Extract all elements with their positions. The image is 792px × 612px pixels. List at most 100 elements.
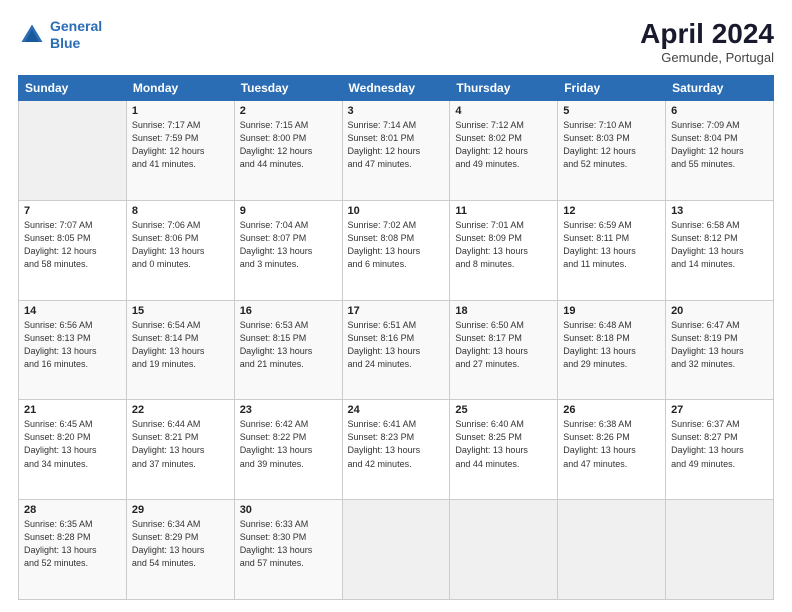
day-info: Sunrise: 7:12 AM Sunset: 8:02 PM Dayligh… xyxy=(455,119,552,171)
calendar-header-row: SundayMondayTuesdayWednesdayThursdayFrid… xyxy=(19,76,774,101)
calendar-day-cell: 13 Sunrise: 6:58 AM Sunset: 8:12 PM Dayli… xyxy=(666,200,774,300)
day-info: Sunrise: 7:17 AM Sunset: 7:59 PM Dayligh… xyxy=(132,119,229,171)
day-number: 22 xyxy=(132,404,229,416)
day-number: 8 xyxy=(132,205,229,217)
day-info: Sunrise: 7:06 AM Sunset: 8:06 PM Dayligh… xyxy=(132,219,229,271)
calendar-week-row: 7Sunrise: 7:07 AM Sunset: 8:05 PM Daylig… xyxy=(19,200,774,300)
calendar-day-cell: 6 Sunrise: 7:09 AM Sunset: 8:04 PM Daylig… xyxy=(666,101,774,201)
day-number: 28 xyxy=(24,504,121,516)
day-number: 20 xyxy=(671,305,768,317)
logo-line2: Blue xyxy=(50,35,80,51)
calendar-day-cell: 10 Sunrise: 7:02 AM Sunset: 8:08 PM Dayli… xyxy=(342,200,450,300)
day-info: Sunrise: 6:47 AM Sunset: 8:19 PM Dayligh… xyxy=(671,319,768,371)
day-info: Sunrise: 7:01 AM Sunset: 8:09 PM Dayligh… xyxy=(455,219,552,271)
calendar-day-cell: 12 Sunrise: 6:59 AM Sunset: 8:11 PM Dayli… xyxy=(558,200,666,300)
day-number: 18 xyxy=(455,305,552,317)
calendar-header-cell: Thursday xyxy=(450,76,558,101)
day-number: 1 xyxy=(132,105,229,117)
main-title: April 2024 xyxy=(640,18,774,50)
day-info: Sunrise: 6:45 AM Sunset: 8:20 PM Dayligh… xyxy=(24,418,121,470)
day-info: Sunrise: 6:33 AM Sunset: 8:30 PM Dayligh… xyxy=(240,518,337,570)
day-info: Sunrise: 7:15 AM Sunset: 8:00 PM Dayligh… xyxy=(240,119,337,171)
calendar-day-cell: 4 Sunrise: 7:12 AM Sunset: 8:02 PM Daylig… xyxy=(450,101,558,201)
calendar-week-row: 14Sunrise: 6:56 AM Sunset: 8:13 PM Dayli… xyxy=(19,300,774,400)
calendar-day-cell: 1 Sunrise: 7:17 AM Sunset: 7:59 PM Daylig… xyxy=(126,101,234,201)
day-info: Sunrise: 6:37 AM Sunset: 8:27 PM Dayligh… xyxy=(671,418,768,470)
calendar-day-cell: 8 Sunrise: 7:06 AM Sunset: 8:06 PM Daylig… xyxy=(126,200,234,300)
day-number: 26 xyxy=(563,404,660,416)
day-info: Sunrise: 6:42 AM Sunset: 8:22 PM Dayligh… xyxy=(240,418,337,470)
day-info: Sunrise: 6:41 AM Sunset: 8:23 PM Dayligh… xyxy=(348,418,445,470)
day-number: 5 xyxy=(563,105,660,117)
calendar-day-cell: 20 Sunrise: 6:47 AM Sunset: 8:19 PM Dayli… xyxy=(666,300,774,400)
day-info: Sunrise: 6:58 AM Sunset: 8:12 PM Dayligh… xyxy=(671,219,768,271)
calendar-day-cell: 16Sunrise: 6:53 AM Sunset: 8:15 PM Dayli… xyxy=(234,300,342,400)
day-number: 4 xyxy=(455,105,552,117)
day-number: 17 xyxy=(348,305,445,317)
day-info: Sunrise: 6:51 AM Sunset: 8:16 PM Dayligh… xyxy=(348,319,445,371)
calendar-day-cell: 2 Sunrise: 7:15 AM Sunset: 8:00 PM Daylig… xyxy=(234,101,342,201)
day-info: Sunrise: 7:14 AM Sunset: 8:01 PM Dayligh… xyxy=(348,119,445,171)
day-info: Sunrise: 7:10 AM Sunset: 8:03 PM Dayligh… xyxy=(563,119,660,171)
calendar-day-cell xyxy=(342,500,450,600)
calendar-day-cell: 18Sunrise: 6:50 AM Sunset: 8:17 PM Dayli… xyxy=(450,300,558,400)
day-number: 21 xyxy=(24,404,121,416)
calendar-week-row: 28 Sunrise: 6:35 AM Sunset: 8:28 PM Dayli… xyxy=(19,500,774,600)
day-info: Sunrise: 7:09 AM Sunset: 8:04 PM Dayligh… xyxy=(671,119,768,171)
day-number: 15 xyxy=(132,305,229,317)
day-info: Sunrise: 6:34 AM Sunset: 8:29 PM Dayligh… xyxy=(132,518,229,570)
calendar-day-cell: 25 Sunrise: 6:40 AM Sunset: 8:25 PM Dayli… xyxy=(450,400,558,500)
day-info: Sunrise: 6:44 AM Sunset: 8:21 PM Dayligh… xyxy=(132,418,229,470)
calendar-day-cell: 14Sunrise: 6:56 AM Sunset: 8:13 PM Dayli… xyxy=(19,300,127,400)
calendar-week-row: 1 Sunrise: 7:17 AM Sunset: 7:59 PM Daylig… xyxy=(19,101,774,201)
calendar-day-cell: 5 Sunrise: 7:10 AM Sunset: 8:03 PM Daylig… xyxy=(558,101,666,201)
day-number: 29 xyxy=(132,504,229,516)
calendar-header-cell: Sunday xyxy=(19,76,127,101)
calendar-header-cell: Saturday xyxy=(666,76,774,101)
calendar-day-cell xyxy=(666,500,774,600)
calendar-body: 1 Sunrise: 7:17 AM Sunset: 7:59 PM Daylig… xyxy=(19,101,774,600)
day-number: 13 xyxy=(671,205,768,217)
day-number: 3 xyxy=(348,105,445,117)
day-number: 6 xyxy=(671,105,768,117)
day-number: 9 xyxy=(240,205,337,217)
day-number: 11 xyxy=(455,205,552,217)
calendar-day-cell: 24 Sunrise: 6:41 AM Sunset: 8:23 PM Dayli… xyxy=(342,400,450,500)
day-number: 2 xyxy=(240,105,337,117)
calendar-day-cell: 19 Sunrise: 6:48 AM Sunset: 8:18 PM Dayli… xyxy=(558,300,666,400)
calendar-header-cell: Tuesday xyxy=(234,76,342,101)
day-info: Sunrise: 7:02 AM Sunset: 8:08 PM Dayligh… xyxy=(348,219,445,271)
day-info: Sunrise: 6:38 AM Sunset: 8:26 PM Dayligh… xyxy=(563,418,660,470)
calendar-day-cell: 11 Sunrise: 7:01 AM Sunset: 8:09 PM Dayli… xyxy=(450,200,558,300)
calendar-day-cell: 15 Sunrise: 6:54 AM Sunset: 8:14 PM Dayli… xyxy=(126,300,234,400)
logo-line1: General xyxy=(50,18,102,34)
day-info: Sunrise: 6:59 AM Sunset: 8:11 PM Dayligh… xyxy=(563,219,660,271)
calendar-day-cell: 3 Sunrise: 7:14 AM Sunset: 8:01 PM Daylig… xyxy=(342,101,450,201)
calendar-day-cell: 22 Sunrise: 6:44 AM Sunset: 8:21 PM Dayli… xyxy=(126,400,234,500)
day-info: Sunrise: 6:56 AM Sunset: 8:13 PM Dayligh… xyxy=(24,319,121,371)
calendar-day-cell: 9Sunrise: 7:04 AM Sunset: 8:07 PM Daylig… xyxy=(234,200,342,300)
day-number: 10 xyxy=(348,205,445,217)
calendar-day-cell xyxy=(450,500,558,600)
calendar-table: SundayMondayTuesdayWednesdayThursdayFrid… xyxy=(18,75,774,600)
day-number: 24 xyxy=(348,404,445,416)
subtitle: Gemunde, Portugal xyxy=(640,50,774,65)
day-info: Sunrise: 6:54 AM Sunset: 8:14 PM Dayligh… xyxy=(132,319,229,371)
calendar-header-cell: Friday xyxy=(558,76,666,101)
day-info: Sunrise: 6:35 AM Sunset: 8:28 PM Dayligh… xyxy=(24,518,121,570)
calendar-day-cell: 29 Sunrise: 6:34 AM Sunset: 8:29 PM Dayli… xyxy=(126,500,234,600)
calendar-day-cell: 7Sunrise: 7:07 AM Sunset: 8:05 PM Daylig… xyxy=(19,200,127,300)
calendar-week-row: 21 Sunrise: 6:45 AM Sunset: 8:20 PM Dayli… xyxy=(19,400,774,500)
day-number: 27 xyxy=(671,404,768,416)
day-info: Sunrise: 6:48 AM Sunset: 8:18 PM Dayligh… xyxy=(563,319,660,371)
day-number: 30 xyxy=(240,504,337,516)
day-number: 12 xyxy=(563,205,660,217)
calendar-day-cell: 23Sunrise: 6:42 AM Sunset: 8:22 PM Dayli… xyxy=(234,400,342,500)
day-info: Sunrise: 6:40 AM Sunset: 8:25 PM Dayligh… xyxy=(455,418,552,470)
day-number: 25 xyxy=(455,404,552,416)
calendar-day-cell xyxy=(558,500,666,600)
calendar-day-cell: 26 Sunrise: 6:38 AM Sunset: 8:26 PM Dayli… xyxy=(558,400,666,500)
day-number: 19 xyxy=(563,305,660,317)
day-info: Sunrise: 7:07 AM Sunset: 8:05 PM Dayligh… xyxy=(24,219,121,271)
page: General Blue April 2024 Gemunde, Portuga… xyxy=(0,0,792,612)
